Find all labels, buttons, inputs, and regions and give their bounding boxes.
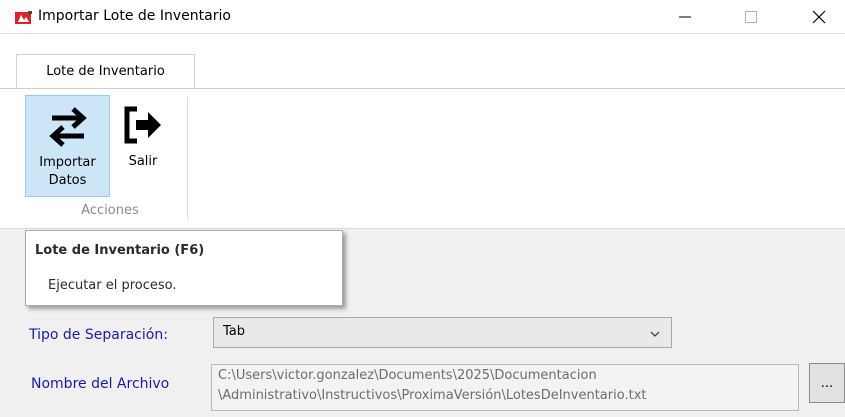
separation-type-label: Tipo de Separación:: [29, 327, 168, 343]
file-name-label: Nombre del Archivo: [31, 376, 170, 392]
close-icon: [812, 10, 826, 24]
ribbon-tab-strip: Lote de Inventario: [0, 34, 845, 88]
tooltip: Lote de Inventario (F6) Ejecutar el proc…: [25, 230, 343, 306]
close-button[interactable]: [796, 0, 842, 34]
tooltip-title: Lote de Inventario (F6): [35, 243, 205, 258]
minimize-icon: [679, 16, 691, 18]
tab-lote-de-inventario[interactable]: Lote de Inventario: [16, 54, 195, 88]
separation-type-value: Tab: [223, 324, 246, 339]
window-title: Importar Lote de Inventario: [38, 8, 231, 24]
importar-datos-label: Importar Datos: [39, 155, 96, 188]
acciones-group-label: Acciones: [81, 203, 139, 218]
swap-arrows-icon: [46, 104, 90, 152]
importar-datos-button[interactable]: Importar Datos: [25, 95, 110, 197]
salir-label: Salir: [128, 154, 158, 169]
title-bar: Importar Lote de Inventario: [0, 0, 845, 34]
minimize-button[interactable]: [662, 0, 708, 34]
tooltip-description: Ejecutar el proceso.: [48, 278, 177, 293]
separation-type-select[interactable]: Tab: [213, 317, 672, 348]
app-icon: [15, 11, 33, 25]
file-path-field[interactable]: C:\Users\victor.gonzalez\Documents\2025\…: [211, 364, 799, 411]
maximize-button[interactable]: [728, 0, 774, 34]
salir-button[interactable]: Salir: [113, 95, 173, 197]
file-path-line-1: C:\Users\victor.gonzalez\Documents\2025\…: [218, 368, 597, 383]
browse-button[interactable]: ...: [809, 363, 845, 403]
chevron-down-icon: [649, 328, 661, 338]
exit-icon: [121, 103, 165, 151]
file-path-line-2: \Administrativo\Instructivos\ProximaVers…: [218, 388, 647, 403]
ribbon-group-divider: [187, 97, 188, 219]
ribbon-panel: Importar Datos Salir Acciones: [0, 88, 845, 229]
maximize-icon: [745, 11, 757, 23]
